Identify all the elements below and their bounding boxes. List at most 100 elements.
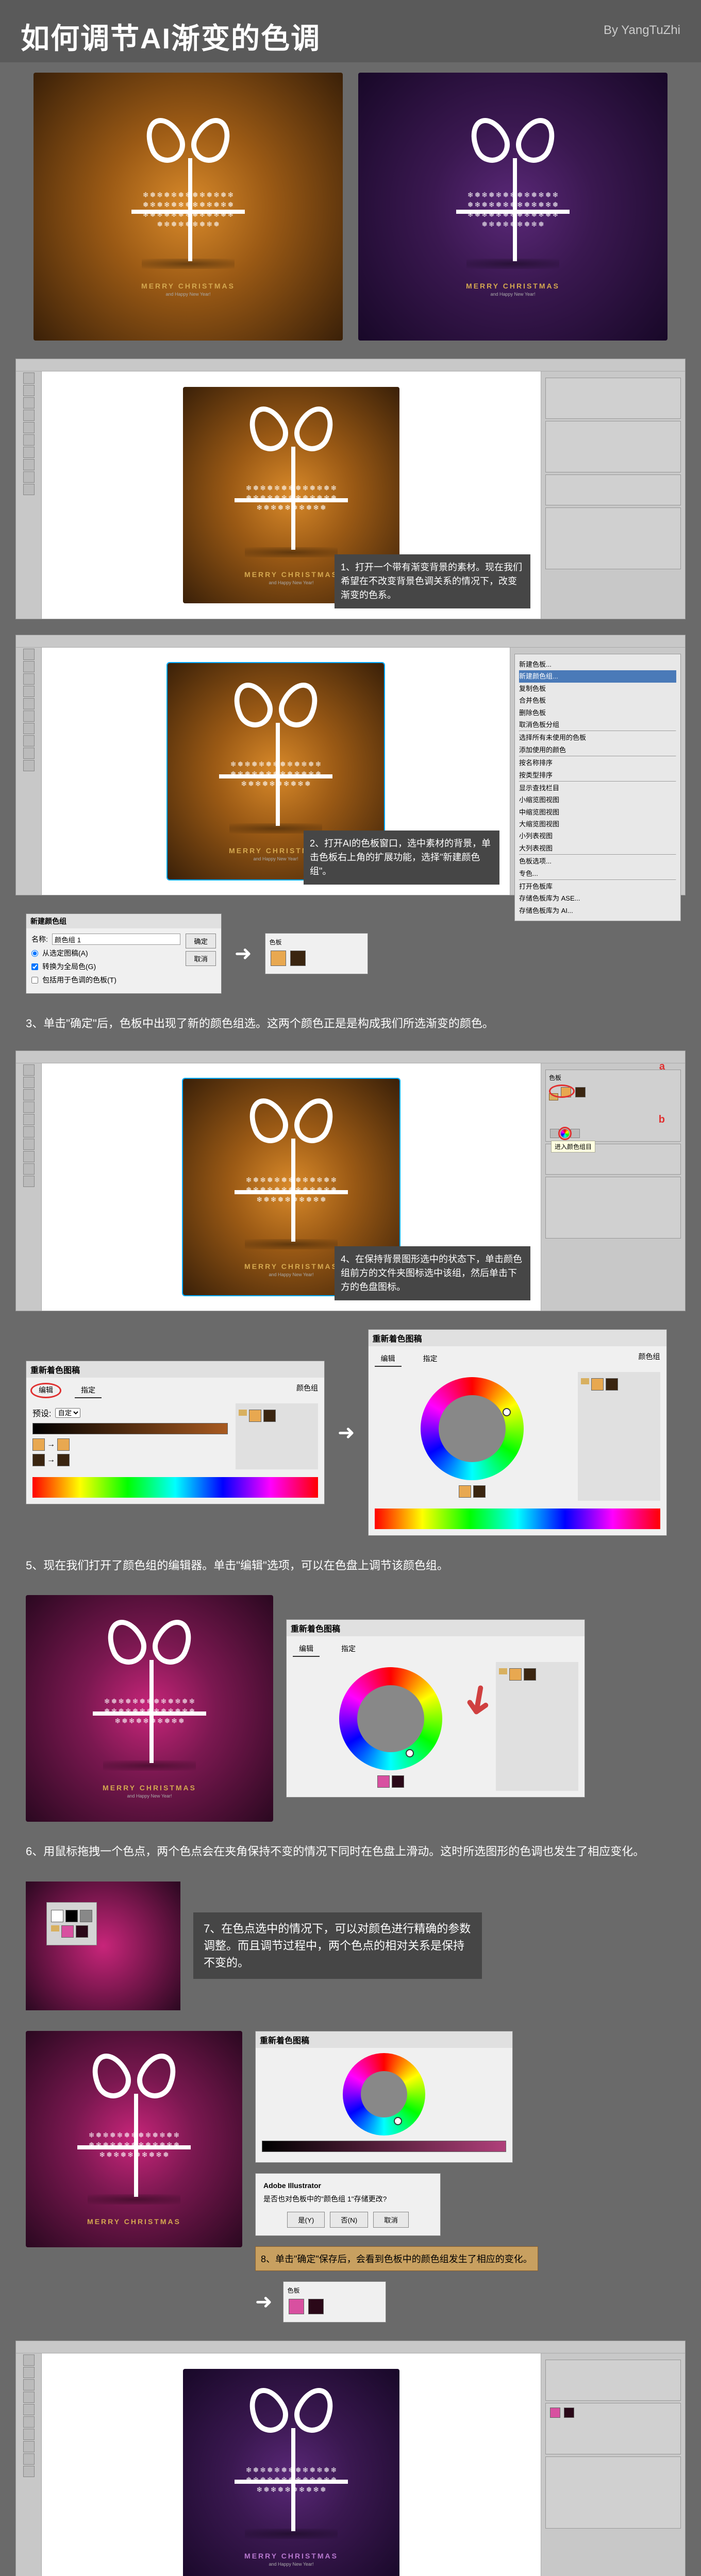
hue-slider[interactable] <box>32 1477 318 1498</box>
folder-icon[interactable] <box>239 1410 247 1416</box>
color-panel[interactable] <box>545 2360 681 2401</box>
menu-item[interactable]: 小缩览图视图 <box>519 794 676 806</box>
folder-icon[interactable] <box>581 1378 589 1384</box>
swatch-light-orange[interactable] <box>271 951 286 966</box>
tool-icon[interactable] <box>23 1101 35 1113</box>
tool-icon[interactable] <box>23 735 35 747</box>
menu-item[interactable]: 合并色板 <box>519 694 676 706</box>
color-wheel[interactable] <box>421 1377 524 1480</box>
yes-button[interactable]: 是(Y) <box>287 2212 325 2228</box>
swatches-updated[interactable]: 色板 <box>283 2281 386 2323</box>
cancel-button[interactable]: 取消 <box>373 2212 409 2228</box>
tool-icon[interactable] <box>23 1176 35 1187</box>
swatches-panel[interactable] <box>545 2403 681 2454</box>
cancel-button[interactable]: 取消 <box>186 951 216 966</box>
wheel-handle[interactable] <box>394 2117 402 2125</box>
swatch[interactable] <box>575 1087 586 1097</box>
tool-icon[interactable] <box>23 2379 35 2391</box>
tool-icon[interactable] <box>23 2392 35 2403</box>
no-button[interactable]: 否(N) <box>330 2212 368 2228</box>
tool-icon[interactable] <box>23 1151 35 1162</box>
swatch[interactable] <box>473 1485 486 1498</box>
tool-icon[interactable] <box>23 1126 35 1138</box>
tool-icon[interactable] <box>23 710 35 722</box>
current-color[interactable] <box>32 1438 45 1451</box>
tool-icon[interactable] <box>23 661 35 672</box>
menu-item[interactable]: 中缩览图视图 <box>519 806 676 818</box>
menu-item[interactable]: 取消色板分组 <box>519 719 676 731</box>
tool-icon[interactable] <box>23 2466 35 2477</box>
swatches-panel[interactable]: 色板 a b 进入颜色组目 <box>545 1070 681 1142</box>
swatch[interactable] <box>377 1775 390 1788</box>
tool-icon[interactable] <box>23 723 35 734</box>
tool-icon[interactable] <box>23 2367 35 2378</box>
tool-icon[interactable] <box>23 447 35 458</box>
tool-icon[interactable] <box>23 1139 35 1150</box>
tool-icon[interactable] <box>23 422 35 433</box>
tool-icon[interactable] <box>23 2354 35 2366</box>
new-color[interactable] <box>57 1438 70 1451</box>
menu-item[interactable]: 存储色板库为 AI... <box>519 905 676 917</box>
swatch[interactable] <box>392 1775 404 1788</box>
menu-item[interactable]: 大缩览图视图 <box>519 818 676 830</box>
tool-icon[interactable] <box>23 484 35 495</box>
folder-icon[interactable] <box>499 1668 507 1674</box>
ai-menubar[interactable] <box>16 1051 685 1063</box>
name-input[interactable] <box>52 934 180 945</box>
menu-item[interactable]: 小列表视图 <box>519 830 676 842</box>
tool-icon[interactable] <box>23 2416 35 2428</box>
ai-menubar[interactable] <box>16 635 685 648</box>
ai-menubar[interactable] <box>16 359 685 371</box>
menu-item[interactable]: 新建色板... <box>519 658 676 670</box>
menu-item[interactable]: 按名称排序 <box>519 757 676 769</box>
tab-assign[interactable]: 指定 <box>417 1351 444 1367</box>
tints-checkbox[interactable] <box>31 977 38 984</box>
menu-item[interactable]: 色板选项... <box>519 855 676 867</box>
swatch-dark-pink[interactable] <box>308 2299 324 2314</box>
menu-item[interactable]: 选择所有未使用的色板 <box>519 732 676 743</box>
artwork-final[interactable]: ❄❅❄❅❄❅❄❅❄❅❄❅❄❅❄❅❄❅❄❅❄❅❄❅❄❅❄❅❄❅❄❅❄❅❄❅ MER… <box>183 2369 399 2576</box>
swatch[interactable] <box>564 2408 574 2418</box>
menu-item[interactable]: 大列表视图 <box>519 842 676 854</box>
tool-icon[interactable] <box>23 372 35 384</box>
ai-panels[interactable] <box>541 2353 685 2576</box>
tool-icon[interactable] <box>23 698 35 709</box>
menu-item[interactable]: 专色... <box>519 868 676 879</box>
tool-icon[interactable] <box>23 1077 35 1088</box>
from-artwork-radio[interactable] <box>31 950 38 957</box>
tool-icon[interactable] <box>23 459 35 470</box>
swatch-dark-brown[interactable] <box>290 951 306 966</box>
ai-panels[interactable] <box>541 371 685 619</box>
tab-edit[interactable]: 编辑 <box>293 1641 320 1657</box>
ai-toolbox[interactable] <box>16 648 42 895</box>
tool-icon[interactable] <box>23 673 35 685</box>
swatches-panel[interactable] <box>545 421 681 472</box>
menu-item[interactable]: 存储色板库为 ASE... <box>519 892 676 904</box>
ai-toolbox[interactable] <box>16 2353 42 2576</box>
tab-assign[interactable]: 指定 <box>75 1383 102 1398</box>
tool-icon[interactable] <box>23 760 35 771</box>
menu-item[interactable]: 添加使用的颜色 <box>519 744 676 756</box>
preset-select[interactable]: 自定 <box>55 1408 80 1418</box>
tool-icon[interactable] <box>23 748 35 759</box>
color-wheel[interactable] <box>339 1667 442 1770</box>
swatch-pink[interactable] <box>289 2299 304 2314</box>
hue-slider[interactable] <box>375 1509 660 1529</box>
wheel-handle-b[interactable] <box>468 1426 476 1434</box>
ai-panels[interactable]: 新建色板... 新建颜色组... 复制色板 合并色板 删除色板 取消色板分组 选… <box>510 648 685 895</box>
ai-panels[interactable]: 色板 a b 进入颜色组目 <box>541 1063 685 1311</box>
color-panel[interactable] <box>545 378 681 419</box>
tool-icon[interactable] <box>23 2404 35 2415</box>
panel-icon[interactable] <box>571 1129 580 1138</box>
tool-icon[interactable] <box>23 410 35 421</box>
ok-button[interactable]: 确定 <box>186 934 216 948</box>
tool-icon[interactable] <box>23 2429 35 2440</box>
tool-icon[interactable] <box>23 1163 35 1175</box>
ai-canvas[interactable]: ❄❅❄❅❄❅❄❅❄❅❄❅❄❅❄❅❄❅❄❅❄❅❄❅❄❅❄❅❄❅❄❅❄❅❄❅ MER… <box>42 2353 541 2576</box>
layers-panel[interactable] <box>545 1177 681 1239</box>
color-wheel[interactable] <box>343 2053 425 2136</box>
tool-icon[interactable] <box>23 1089 35 1100</box>
menu-item[interactable]: 按类型排序 <box>519 769 676 781</box>
menu-item[interactable]: 复制色板 <box>519 683 676 694</box>
folder-icon[interactable] <box>51 1925 59 1931</box>
